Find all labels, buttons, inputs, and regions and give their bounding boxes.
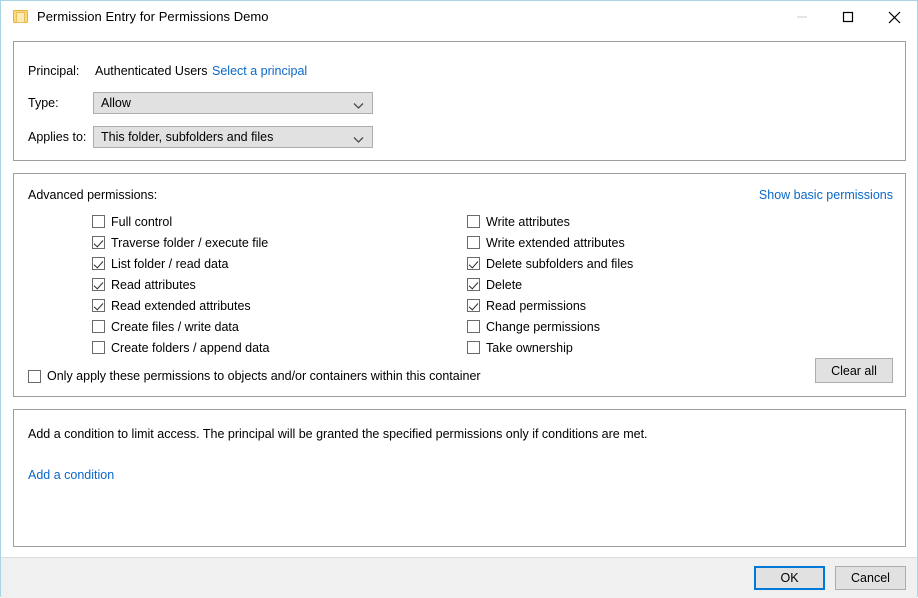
permission-checkbox[interactable]: Write attributes — [467, 211, 633, 232]
permission-checkbox[interactable]: Create files / write data — [92, 316, 269, 337]
only-apply-to-container-label: Only apply these permissions to objects … — [47, 369, 481, 383]
permission-checkbox[interactable]: Take ownership — [467, 337, 633, 358]
clear-all-button[interactable]: Clear all — [815, 358, 893, 383]
principal-label: Principal: — [28, 64, 80, 78]
type-label: Type: — [28, 96, 59, 110]
permission-label: Delete subfolders and files — [486, 256, 634, 271]
permission-checkbox[interactable]: Read permissions — [467, 295, 633, 316]
permission-checkbox[interactable]: Delete — [467, 274, 633, 295]
permission-label: Take ownership — [486, 340, 573, 355]
close-icon[interactable] — [871, 1, 917, 33]
type-dropdown-value: Allow — [101, 96, 131, 110]
permission-checkbox[interactable]: Traverse folder / execute file — [92, 232, 269, 253]
checkbox-box — [467, 215, 480, 228]
permission-label: Write extended attributes — [486, 235, 625, 250]
checkbox-box — [28, 369, 41, 383]
permission-label: Delete — [486, 277, 523, 292]
checkbox-box — [467, 278, 480, 291]
permission-checkbox[interactable]: Create folders / append data — [92, 337, 269, 358]
window-title: Permission Entry for Permissions Demo — [37, 9, 269, 24]
checkbox-box — [467, 341, 480, 354]
permission-checkbox[interactable]: Read attributes — [92, 274, 269, 295]
permission-label: Full control — [111, 214, 173, 229]
permissions-right-column: Write attributes Write extended attribute… — [467, 211, 633, 358]
permission-checkbox[interactable]: Delete subfolders and files — [467, 253, 633, 274]
folder-icon — [13, 9, 29, 24]
permission-checkbox[interactable]: Full control — [92, 211, 269, 232]
permission-label: Traverse folder / execute file — [111, 235, 269, 250]
permission-label: Change permissions — [486, 319, 600, 334]
maximize-icon[interactable] — [825, 1, 871, 33]
permission-label: Create folders / append data — [111, 340, 270, 355]
only-apply-to-container-checkbox[interactable]: Only apply these permissions to objects … — [28, 369, 481, 383]
chevron-down-icon — [353, 133, 364, 147]
conditions-panel: Add a condition to limit access. The pri… — [13, 409, 906, 547]
principal-value: Authenticated Users — [95, 64, 208, 78]
select-a-principal-link[interactable]: Select a principal — [212, 64, 307, 78]
permission-entry-dialog: Permission Entry for Permissions Demo Pr… — [0, 0, 918, 598]
dialog-footer: OK Cancel — [1, 557, 917, 598]
ok-button[interactable]: OK — [754, 566, 825, 590]
permission-checkbox[interactable]: List folder / read data — [92, 253, 269, 274]
permission-label: Read attributes — [111, 277, 196, 292]
permission-checkbox[interactable]: Change permissions — [467, 316, 633, 337]
permission-label: Write attributes — [486, 214, 570, 229]
add-a-condition-link[interactable]: Add a condition — [28, 468, 114, 482]
minimize-icon[interactable] — [779, 1, 825, 33]
permission-label: Read permissions — [486, 298, 587, 313]
applies-to-dropdown-value: This folder, subfolders and files — [101, 130, 274, 144]
advanced-permissions-panel: Advanced permissions: Show basic permiss… — [13, 173, 906, 397]
checkbox-box — [92, 278, 105, 291]
advanced-permissions-heading: Advanced permissions: — [28, 188, 158, 202]
permission-checkbox[interactable]: Read extended attributes — [92, 295, 269, 316]
checkbox-box — [92, 320, 105, 333]
permission-label: List folder / read data — [111, 256, 229, 271]
show-basic-permissions-link[interactable]: Show basic permissions — [759, 188, 893, 202]
checkbox-box — [467, 236, 480, 249]
permission-checkbox[interactable]: Write extended attributes — [467, 232, 633, 253]
checkbox-box — [467, 320, 480, 333]
principal-panel: Principal: Authenticated Users Select a … — [13, 41, 906, 161]
applies-to-dropdown[interactable]: This folder, subfolders and files — [93, 126, 373, 148]
checkbox-box — [92, 236, 105, 249]
cancel-button[interactable]: Cancel — [835, 566, 906, 590]
permission-label: Read extended attributes — [111, 298, 251, 313]
checkbox-box — [92, 341, 105, 354]
conditions-description: Add a condition to limit access. The pri… — [28, 427, 648, 441]
checkbox-box — [92, 215, 105, 228]
chevron-down-icon — [353, 99, 364, 113]
permission-label: Create files / write data — [111, 319, 239, 334]
checkbox-box — [92, 257, 105, 270]
checkbox-box — [92, 299, 105, 312]
checkbox-box — [467, 299, 480, 312]
checkbox-box — [467, 257, 480, 270]
permissions-left-column: Full control Traverse folder / execute fi… — [92, 211, 269, 358]
title-bar: Permission Entry for Permissions Demo — [1, 1, 917, 35]
type-dropdown[interactable]: Allow — [93, 92, 373, 114]
applies-to-label: Applies to: — [28, 130, 87, 144]
